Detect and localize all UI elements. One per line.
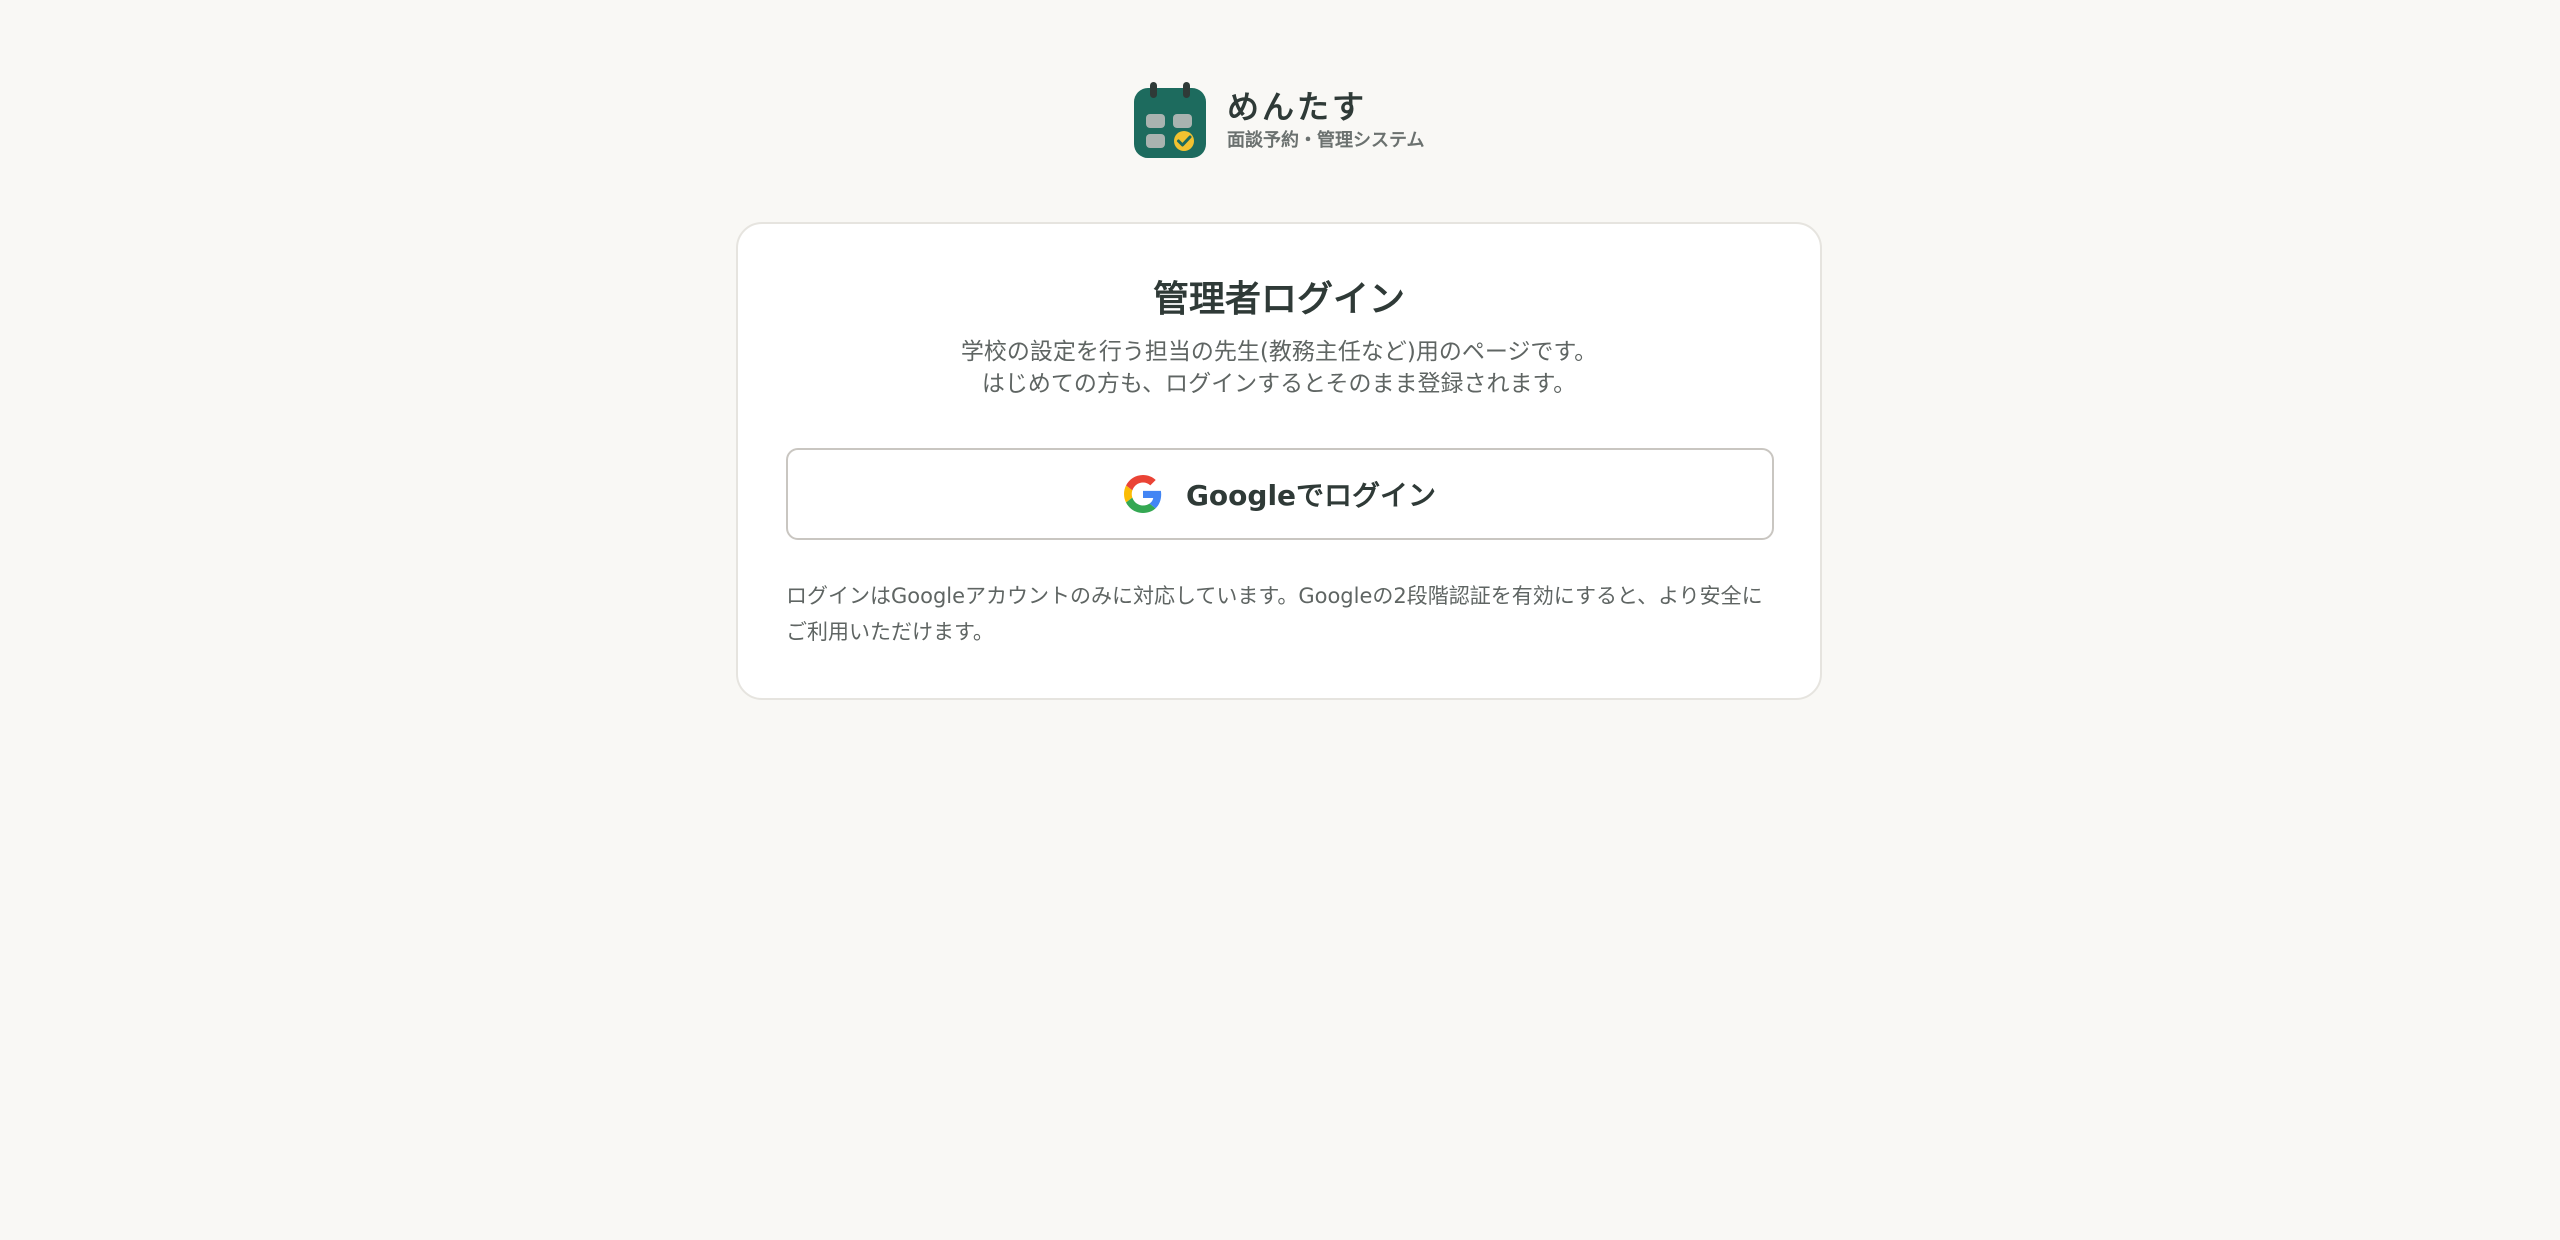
google-login-button[interactable]: Googleでログイン [786, 448, 1774, 540]
login-description-line-2: はじめての方も、ログインするとそのまま登録されます。 [981, 371, 1577, 397]
page-title: 管理者ログイン [1152, 279, 1405, 320]
brand-tagline: 面談予約・管理システム [1227, 130, 1425, 151]
calendar-check-icon [1134, 82, 1206, 158]
brand-text: めんたす 面談予約・管理システム [1227, 87, 1424, 153]
google-login-label: Googleでログイン [1185, 479, 1437, 512]
login-card: 管理者ログイン 学校の設定を行う担当の先生(教務主任など)用のページです。 はじ… [736, 222, 1822, 700]
login-note: ログインはGoogleアカウントのみに対応しています。Googleの2段階認証を… [786, 584, 1763, 644]
login-description-line-1: 学校の設定を行う担当の先生(教務主任など)用のページです。 [960, 339, 1598, 365]
brand-header: めんたす 面談予約・管理システム [1134, 82, 1424, 158]
login-description: 学校の設定を行う担当の先生(教務主任など)用のページです。 はじめての方も、ログ… [738, 336, 1820, 400]
brand-name: めんたす [1227, 88, 1368, 126]
google-g-icon [1123, 475, 1162, 513]
